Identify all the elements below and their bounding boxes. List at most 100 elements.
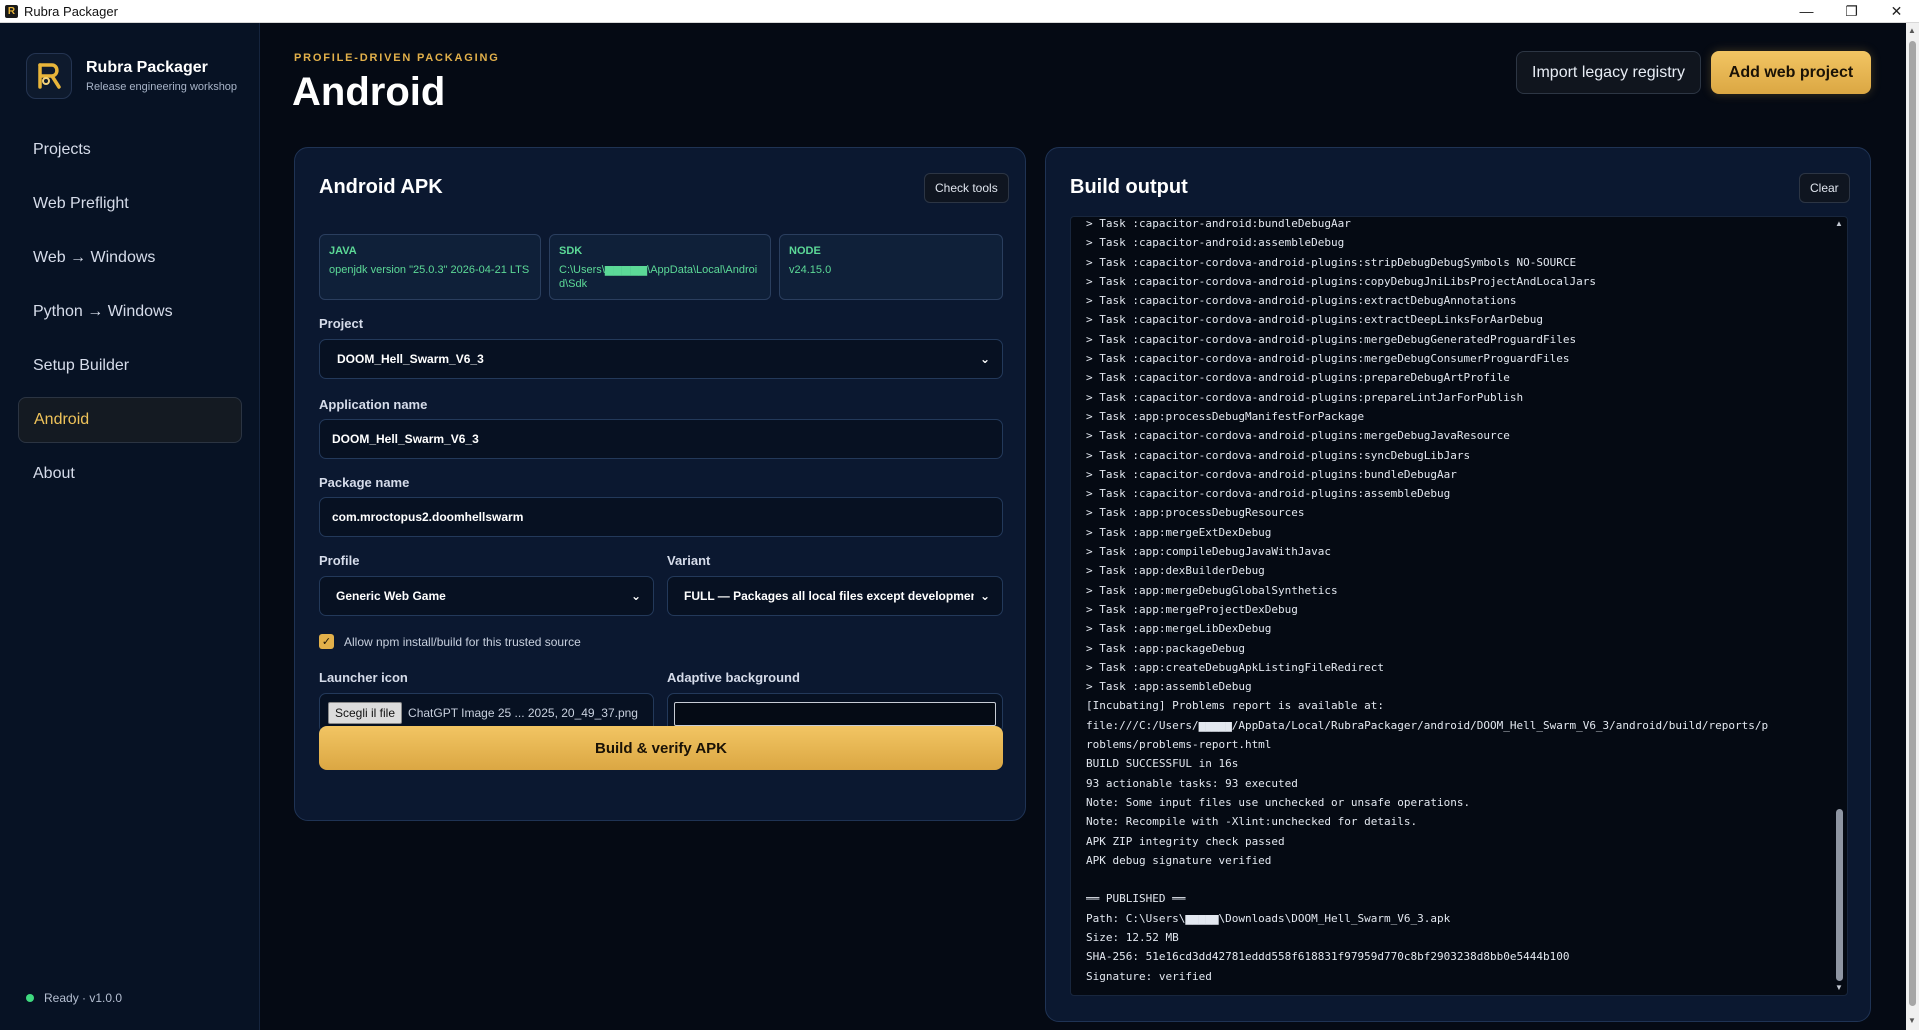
log-line: Path: C:\Users\▆▆▆▆▆\Downloads\DOOM_Hell… xyxy=(1086,911,1451,925)
android-apk-panel: Android APK Check tools JAVA openjdk ver… xyxy=(294,147,1026,821)
npm-checkbox-label: Allow npm install/build for this trusted… xyxy=(344,634,581,649)
log-line: > Task :capacitor-android:bundleDebugAar xyxy=(1086,217,1351,230)
log-line: > Task :capacitor-cordova-android-plugin… xyxy=(1086,448,1471,462)
log-line: ══ PUBLISHED ══ xyxy=(1086,892,1186,906)
log-line: BUILD SUCCESSFUL in 16s xyxy=(1086,757,1239,771)
variant-select[interactable]: FULL — Packages all local files except d… xyxy=(667,576,1003,616)
log-line: SHA-256: 51e16cd3dd42781eddd558f618831f9… xyxy=(1086,950,1570,964)
status-dot-icon xyxy=(26,994,34,1002)
scroll-up-icon[interactable]: ▲ xyxy=(1908,26,1916,35)
tool-label: JAVA xyxy=(329,245,357,257)
build-log[interactable]: > Task :capacitor-android:bundleDebugAar… xyxy=(1070,216,1848,996)
log-line: > Task :app:mergeExtDexDebug xyxy=(1086,525,1272,539)
panel-title: Build output xyxy=(1070,176,1188,198)
log-line: > Task :app:mergeProjectDexDebug xyxy=(1086,602,1298,616)
chevron-down-icon: ⌄ xyxy=(980,352,991,366)
page-kicker: PROFILE-DRIVEN PACKAGING xyxy=(294,52,500,64)
scrollbar-thumb[interactable] xyxy=(1909,41,1916,1006)
package-name-label: Package name xyxy=(319,475,410,490)
brand: Rubra Packager Release engineering works… xyxy=(26,53,237,99)
app-name-input[interactable]: DOOM_Hell_Swarm_V6_3 xyxy=(319,419,1003,459)
status-indicator: Ready · v1.0.0 xyxy=(26,991,122,1005)
sidebar-item-python-windows[interactable]: Python → Windows xyxy=(18,289,242,335)
variant-value: FULL — Packages all local files except d… xyxy=(684,589,974,603)
sidebar-item-android[interactable]: Android xyxy=(18,397,242,443)
log-line: Note: Recompile with -Xlint:unchecked fo… xyxy=(1086,815,1418,829)
log-line: > Task :capacitor-cordova-android-plugin… xyxy=(1086,487,1451,501)
log-line: > Task :app:processDebugManifestForPacka… xyxy=(1086,409,1365,423)
log-line: [Incubating] Problems report is availabl… xyxy=(1086,699,1385,713)
project-label: Project xyxy=(319,316,364,331)
brand-subtitle: Release engineering workshop xyxy=(86,81,238,93)
npm-checkbox-row[interactable]: ✓ Allow npm install/build for this trust… xyxy=(319,634,581,649)
log-line: Size: 12.52 MB xyxy=(1086,930,1179,944)
app-name-label: Application name xyxy=(319,397,428,412)
tool-value: C:\Users\▆▆▆▆▆\AppData\Local\Android\Sdk xyxy=(559,264,758,290)
log-scrollbar[interactable]: ▲ ▼ xyxy=(1834,219,1845,995)
log-line: Signature: verified xyxy=(1086,969,1212,983)
profile-select[interactable]: Generic Web Game ⌄ xyxy=(319,576,654,616)
sidebar-item-about[interactable]: About xyxy=(18,451,242,497)
sidebar-item-setup-builder[interactable]: Setup Builder xyxy=(18,343,242,389)
project-select[interactable]: DOOM_Hell_Swarm_V6_3 ⌄ xyxy=(319,339,1003,379)
tool-card-node: NODE v24.15.0 xyxy=(779,234,1003,300)
close-button[interactable]: ✕ xyxy=(1874,0,1919,23)
chevron-down-icon: ⌄ xyxy=(980,589,991,603)
log-line: > Task :capacitor-cordova-android-plugin… xyxy=(1086,352,1570,366)
log-line: > Task :app:mergeLibDexDebug xyxy=(1086,622,1272,636)
package-name-value: com.mroctopus2.doomhellswarm xyxy=(332,510,524,524)
brand-name: Rubra Packager xyxy=(86,59,208,76)
import-legacy-registry-button[interactable]: Import legacy registry xyxy=(1516,51,1701,94)
log-line: > Task :capacitor-cordova-android-plugin… xyxy=(1086,429,1510,443)
sidebar-item-web-windows[interactable]: Web → Windows xyxy=(18,235,242,281)
tool-value: openjdk version "25.0.3" 2026-04-21 LTS xyxy=(329,264,530,276)
checkbox-checked-icon[interactable]: ✓ xyxy=(319,634,334,649)
tool-card-java: JAVA openjdk version "25.0.3" 2026-04-21… xyxy=(319,234,541,300)
chevron-down-icon: ⌄ xyxy=(631,589,642,603)
build-verify-apk-button[interactable]: Build & verify APK xyxy=(319,726,1003,770)
launcher-icon-label: Launcher icon xyxy=(319,670,408,685)
log-line: APK debug signature verified xyxy=(1086,853,1272,867)
window-scrollbar[interactable]: ▲ ▼ xyxy=(1906,23,1919,1030)
tool-card-sdk: SDK C:\Users\▆▆▆▆▆\AppData\Local\Android… xyxy=(549,234,771,300)
clear-button[interactable]: Clear xyxy=(1799,173,1850,203)
choose-file-button[interactable]: Scegli il file xyxy=(328,702,403,724)
sidebar: Rubra Packager Release engineering works… xyxy=(0,23,260,1030)
check-tools-button[interactable]: Check tools xyxy=(924,173,1009,203)
log-line: > Task :app:compileDebugJavaWithJavac xyxy=(1086,545,1332,559)
build-output-panel: Build output Clear > Task :capacitor-and… xyxy=(1045,147,1871,1022)
sidebar-nav: Projects Web Preflight Web → Windows Pyt… xyxy=(18,127,242,505)
minimize-button[interactable]: — xyxy=(1784,0,1829,23)
scroll-down-icon[interactable]: ▼ xyxy=(1835,983,1843,992)
log-line: roblems/problems-report.html xyxy=(1086,738,1272,752)
restore-button[interactable]: ❐ xyxy=(1829,0,1874,23)
page-title: Android xyxy=(292,70,446,114)
log-line: > Task :capacitor-cordova-android-plugin… xyxy=(1086,467,1457,481)
sidebar-item-projects[interactable]: Projects xyxy=(18,127,242,173)
package-name-input[interactable]: com.mroctopus2.doomhellswarm xyxy=(319,497,1003,537)
sidebar-item-web-preflight[interactable]: Web Preflight xyxy=(18,181,242,227)
log-line: > Task :app:mergeDebugGlobalSynthetics xyxy=(1086,583,1338,597)
profile-value: Generic Web Game xyxy=(336,589,446,603)
log-line: > Task :capacitor-cordova-android-plugin… xyxy=(1086,371,1510,385)
log-line: > Task :capacitor-cordova-android-plugin… xyxy=(1086,294,1517,308)
window-title: Rubra Packager xyxy=(24,3,118,19)
variant-label: Variant xyxy=(667,553,711,568)
add-web-project-button[interactable]: Add web project xyxy=(1711,51,1871,94)
log-line: Note: Some input files use unchecked or … xyxy=(1086,795,1471,809)
log-line: > Task :app:createDebugApkListingFileRed… xyxy=(1086,660,1385,674)
tool-value: v24.15.0 xyxy=(789,264,832,276)
log-line: > Task :capacitor-cordova-android-plugin… xyxy=(1086,274,1596,288)
panel-title: Android APK xyxy=(319,176,443,198)
log-line: > Task :capacitor-cordova-android-plugin… xyxy=(1086,255,1577,269)
color-input[interactable] xyxy=(674,702,996,726)
window-titlebar: R Rubra Packager — ❐ ✕ xyxy=(0,0,1919,23)
tool-label: SDK xyxy=(559,245,583,257)
scroll-up-icon[interactable]: ▲ xyxy=(1835,219,1843,228)
brand-logo-icon xyxy=(26,53,72,99)
scroll-down-icon[interactable]: ▼ xyxy=(1908,1016,1916,1025)
app-name-value: DOOM_Hell_Swarm_V6_3 xyxy=(332,432,479,446)
profile-label: Profile xyxy=(319,553,360,568)
scrollbar-thumb[interactable] xyxy=(1836,809,1843,981)
